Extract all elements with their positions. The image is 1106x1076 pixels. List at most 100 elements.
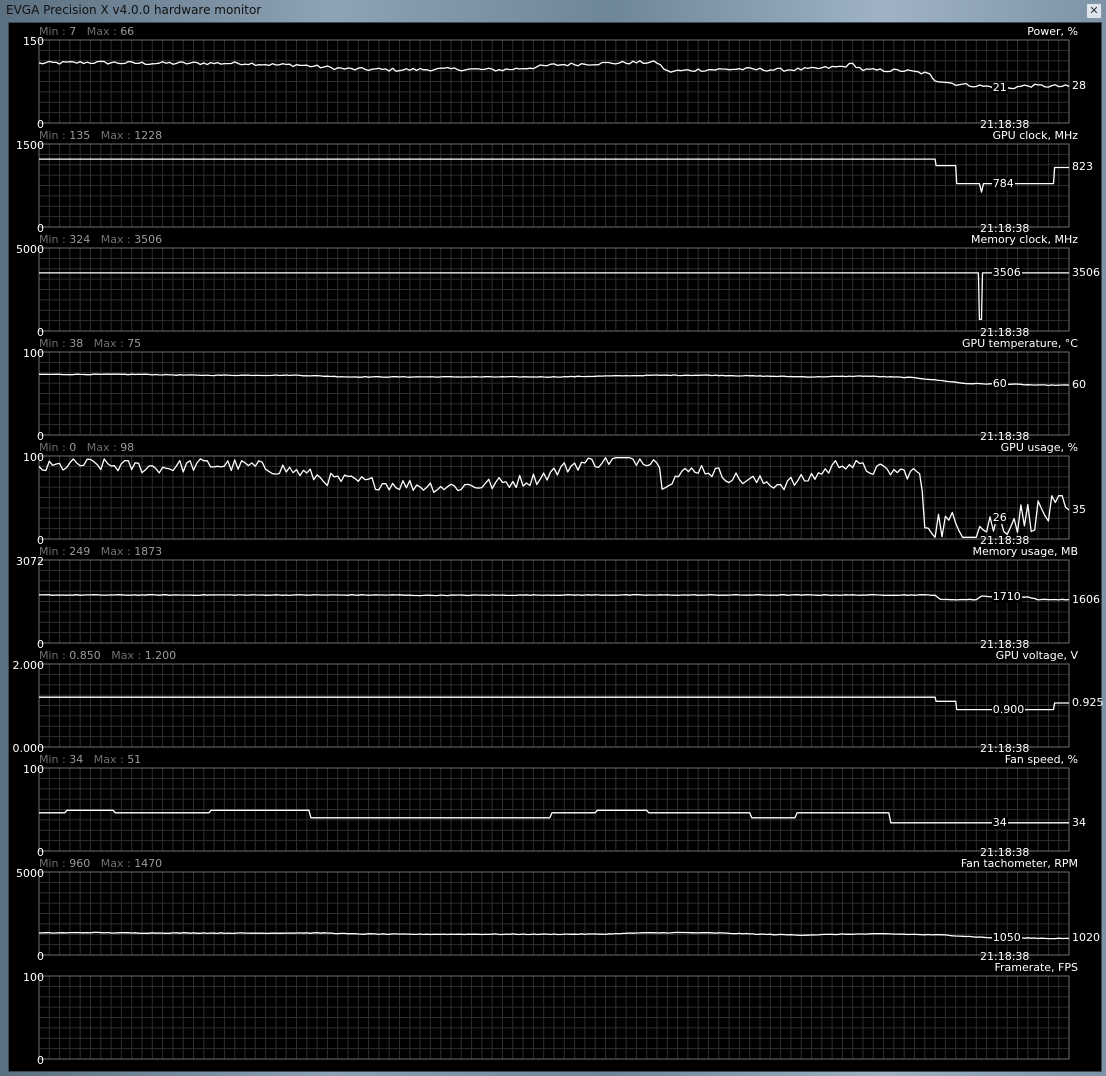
graph-panel: Min : 0.850 Max : 1.200 GPU voltage, V 2.0…	[9, 647, 1104, 755]
graph-grid	[38, 143, 1070, 228]
min-value: 34	[69, 753, 84, 766]
y-axis-max-label: 100	[23, 347, 44, 360]
graph-panel: Min : 960 Max : 1470 Fan tachometer, RPM 5…	[9, 855, 1101, 963]
graph-title: Power, %	[1027, 25, 1078, 38]
current-value: 823	[1072, 160, 1093, 174]
min-max-label: Min : 34 Max : 51	[39, 754, 141, 766]
max-value: 3506	[134, 233, 163, 246]
graph-panel: Min : 249 Max : 1873 Memory usage, MB 3072…	[9, 543, 1101, 651]
inline-value: 0.900	[991, 702, 1026, 716]
min-value: 249	[69, 545, 91, 558]
graph-canvas	[38, 143, 1070, 228]
max-label: Max :	[100, 129, 131, 142]
min-max-label: Min : 0.850 Max : 1.200	[39, 650, 176, 662]
y-axis-max-label: 100	[23, 763, 44, 776]
close-button[interactable]: ✕	[1086, 3, 1102, 19]
graph-grid	[38, 559, 1070, 644]
y-axis-max-label: 100	[23, 451, 44, 464]
inline-value: 3506	[991, 265, 1022, 279]
min-value: 0.850	[69, 649, 101, 662]
graph-canvas	[38, 39, 1070, 124]
current-value: 28	[1072, 79, 1086, 93]
max-label: Max :	[86, 25, 117, 38]
graph-title: GPU clock, MHz	[992, 129, 1079, 142]
title-bar[interactable]: EVGA Precision X v4.0.0 hardware monitor…	[0, 0, 1106, 22]
graph-canvas	[38, 663, 1070, 748]
max-value: 75	[127, 337, 142, 350]
inline-value: 21	[991, 81, 1008, 95]
graph-grid	[38, 247, 1070, 332]
graph-grid	[38, 975, 1070, 1060]
window-title: EVGA Precision X v4.0.0 hardware monitor	[6, 3, 262, 17]
inline-value: 784	[991, 176, 1015, 190]
max-label: Max :	[111, 649, 142, 662]
min-value: 7	[69, 25, 77, 38]
graph-canvas	[38, 975, 1070, 1060]
graph-grid	[38, 871, 1070, 956]
graph-panel: Min : 34 Max : 51 Fan speed, % 100 0 21:18:3…	[9, 751, 1101, 859]
y-axis-min-label: 0	[37, 1054, 44, 1067]
max-value: 66	[120, 25, 135, 38]
graph-title: GPU voltage, V	[995, 649, 1078, 662]
y-axis-max-label: 5000	[16, 243, 44, 256]
max-label: Max :	[86, 441, 117, 454]
min-max-label: Min : 249 Max : 1873	[39, 546, 162, 558]
y-axis-max-label: 3072	[16, 555, 44, 568]
graph-title: Fan speed, %	[1004, 753, 1078, 766]
max-label: Max :	[93, 337, 124, 350]
graph-panel: Min : 0 Max : 98 GPU usage, % 100 0 21:18:38…	[9, 439, 1101, 547]
current-value: 60	[1072, 378, 1086, 392]
graph-grid	[38, 351, 1070, 436]
max-value: 1873	[134, 545, 163, 558]
graph-grid	[38, 39, 1070, 124]
current-value: 0.925	[1072, 696, 1104, 709]
graph-panel: Min : 135 Max : 1228 GPU clock, MHz 1500 0 2…	[9, 127, 1101, 235]
min-max-label: Min : 135 Max : 1228	[39, 130, 162, 142]
graph-area[interactable]: Min : 7 Max : 66 Power, % 150 0 21:18:38 28 21…	[8, 22, 1104, 1072]
graph-grid	[38, 663, 1070, 748]
graph-panel: Min : 324 Max : 3506 Memory clock, MHz 500…	[9, 231, 1101, 339]
graph-title: Memory clock, MHz	[970, 233, 1078, 246]
graph-title: Memory usage, MB	[972, 545, 1078, 558]
graph-panel: Min : 7 Max : 66 Power, % 150 0 21:18:38 28 21	[9, 23, 1101, 131]
max-label: Max :	[93, 753, 124, 766]
current-value: 3506	[1072, 265, 1100, 279]
max-value: 1228	[134, 129, 163, 142]
y-axis-max-label: 2.000	[12, 659, 45, 672]
max-label: Max :	[100, 545, 131, 558]
min-value: 38	[69, 337, 84, 350]
min-max-label: Min : 960 Max : 1470	[39, 858, 162, 870]
monitor-window: EVGA Precision X v4.0.0 hardware monitor…	[0, 0, 1106, 1076]
current-value: 34	[1072, 815, 1086, 829]
max-value: 1470	[134, 857, 163, 870]
min-value: 135	[69, 129, 91, 142]
inline-value: 1710	[991, 589, 1022, 603]
graph-canvas	[38, 559, 1070, 644]
min-max-label: Min : 38 Max : 75	[39, 338, 141, 350]
min-value: 960	[69, 857, 91, 870]
max-value: 51	[127, 753, 142, 766]
graph-title: Fan tachometer, RPM	[960, 857, 1078, 870]
y-axis-max-label: 5000	[16, 867, 44, 880]
min-value: 0	[69, 441, 77, 454]
graph-grid	[38, 767, 1070, 852]
inline-value: 1050	[991, 930, 1022, 944]
graph-canvas	[38, 767, 1070, 852]
min-value: 324	[69, 233, 91, 246]
max-label: Max :	[100, 233, 131, 246]
graph-canvas	[38, 455, 1070, 540]
max-value: 1.200	[144, 649, 177, 662]
graph-canvas	[38, 351, 1070, 436]
inline-value: 34	[991, 815, 1008, 829]
min-max-label: Min : 324 Max : 3506	[39, 234, 162, 246]
current-value: 1020	[1072, 931, 1100, 945]
inline-value: 60	[991, 377, 1008, 391]
graph-canvas	[38, 871, 1070, 956]
graph-canvas	[38, 247, 1070, 332]
inline-value: 26	[991, 511, 1008, 525]
y-axis-max-label: 1500	[16, 139, 44, 152]
max-label: Max :	[100, 857, 131, 870]
min-max-label: Min : 7 Max : 66	[39, 26, 134, 38]
current-value: 1606	[1072, 592, 1100, 606]
y-axis-max-label: 100	[23, 971, 44, 984]
